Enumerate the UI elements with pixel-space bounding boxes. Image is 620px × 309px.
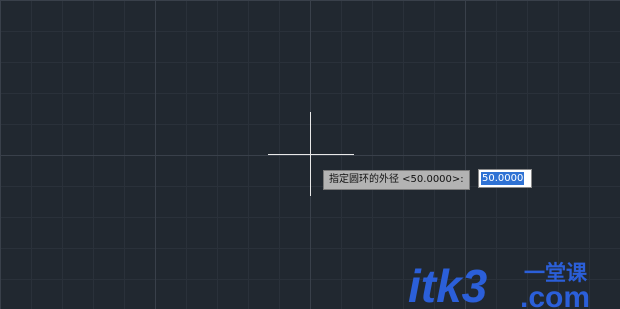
- drawing-canvas[interactable]: 指定圆环的外径 <50.0000>: 50.0000 itk3 一堂课 .com: [0, 0, 620, 309]
- outer-diameter-value[interactable]: 50.0000: [481, 172, 525, 185]
- outer-diameter-input[interactable]: 50.0000: [478, 169, 532, 188]
- dynamic-input-prompt: 指定圆环的外径 <50.0000>:: [323, 170, 470, 190]
- watermark-bottom-text: .com: [520, 281, 590, 309]
- watermark-main-text: itk3: [408, 260, 488, 309]
- crosshair-horizontal: [268, 154, 354, 155]
- prompt-text: 指定圆环的外径 <50.0000>:: [329, 174, 464, 185]
- itk3-watermark-logo: itk3 一堂课 .com: [408, 260, 590, 309]
- crosshair-vertical: [310, 112, 311, 196]
